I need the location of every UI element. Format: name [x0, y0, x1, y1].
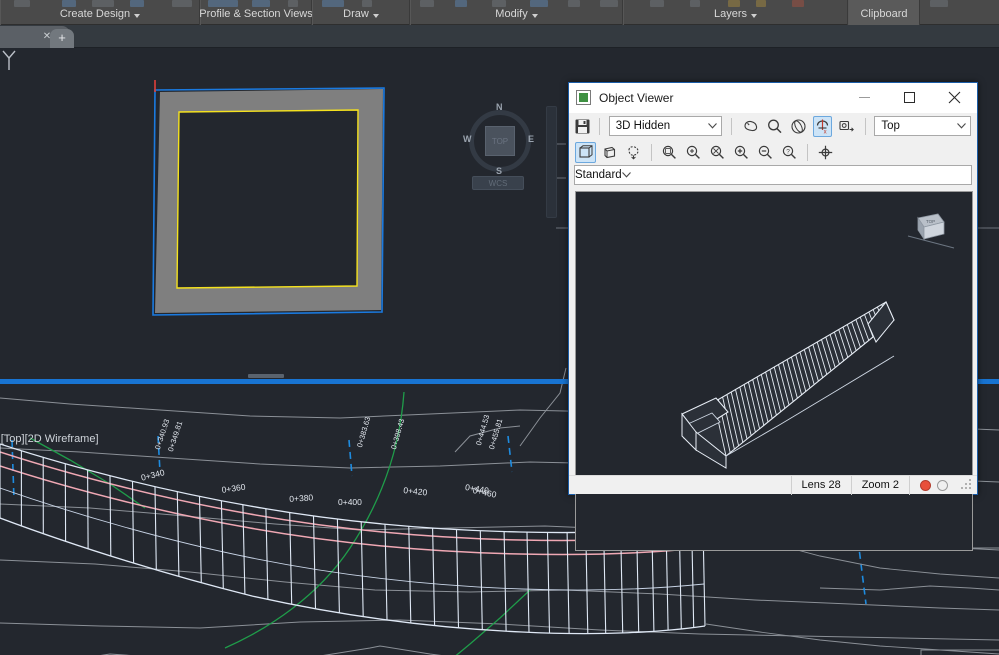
ucs-selector-label: WCS: [488, 178, 508, 188]
close-icon: [948, 91, 961, 104]
led-indicators[interactable]: [909, 475, 958, 495]
view-cube-face[interactable]: TOP: [485, 126, 515, 156]
zoom-realtime-icon[interactable]: ?: [779, 142, 800, 163]
compass-east-label[interactable]: E: [528, 134, 534, 144]
save-button[interactable]: [575, 116, 590, 137]
view-cube-icon[interactable]: TOP: [904, 208, 958, 256]
navigation-bar[interactable]: [546, 106, 557, 218]
visual-style-preset-combo[interactable]: Standard: [574, 165, 972, 185]
viewport-grip[interactable]: [248, 374, 284, 378]
chevron-down-icon[interactable]: [531, 13, 538, 18]
object-viewer-icon: [576, 90, 591, 105]
plus-icon: +: [58, 30, 66, 45]
orbit-constrained-icon[interactable]: [789, 116, 808, 137]
object-viewer-title-bar[interactable]: Object Viewer: [569, 83, 977, 113]
toolbar-separator: [730, 117, 732, 135]
zoom-previous-icon[interactable]: [683, 142, 704, 163]
ribbon-panel-label: Profile & Section Views: [199, 8, 313, 20]
ribbon-panel-layers[interactable]: Layers: [623, 0, 848, 25]
swivel-icon[interactable]: [623, 142, 644, 163]
chevron-down-icon[interactable]: [372, 13, 379, 18]
compass-west-label[interactable]: W: [463, 134, 472, 144]
ribbon-panel-label: Modify: [495, 9, 538, 25]
chevron-down-icon[interactable]: [134, 13, 141, 18]
compass-south-label[interactable]: S: [496, 166, 502, 176]
svg-text:?: ?: [786, 148, 790, 155]
zoom-out-icon[interactable]: [755, 142, 776, 163]
view-cube[interactable]: TOP N S E W: [463, 102, 535, 176]
ribbon-panel-draw[interactable]: Draw: [312, 0, 410, 25]
view-cube-face-label: TOP: [491, 137, 509, 146]
close-button[interactable]: [932, 83, 977, 112]
ucs-selector-button[interactable]: WCS: [472, 176, 524, 190]
object-viewer-toolbar-secondary: ?: [569, 139, 977, 165]
view-preset-value: Top: [881, 120, 900, 132]
ribbon-panel-clipboard[interactable]: Clipboard: [848, 0, 920, 25]
toolbar-separator: [599, 117, 600, 135]
zoom-window-icon[interactable]: [659, 142, 680, 163]
ribbon-panel-label: Create Design: [60, 9, 141, 25]
pan-icon[interactable]: [741, 116, 760, 137]
ribbon-panel-label: Draw: [343, 9, 379, 25]
object-viewer-viewport[interactable]: TOP: [575, 191, 973, 551]
visual-style-value: 3D Hidden: [615, 120, 671, 132]
application-window: Create Design Profile & Section Views Draw…: [0, 0, 999, 655]
minimize-icon: [859, 97, 870, 98]
ribbon-panel-label: Layers: [714, 9, 758, 25]
zoom-extents-icon[interactable]: [707, 142, 728, 163]
ribbon-panel-profile-section-views[interactable]: Profile & Section Views: [199, 0, 313, 25]
svg-text:TOP: TOP: [926, 219, 935, 224]
parallel-projection-icon[interactable]: [575, 141, 596, 163]
visual-style-combo[interactable]: 3D Hidden: [608, 116, 722, 136]
view-preset-combo[interactable]: Top: [874, 116, 971, 136]
new-tab-button[interactable]: +: [50, 29, 74, 48]
toolbar-separator: [807, 143, 808, 161]
viewport-label: -][Top][2D Wireframe]: [0, 433, 99, 445]
ribbon-bar: Create Design Profile & Section Views Draw…: [0, 0, 999, 25]
orbit-free-icon[interactable]: x: [812, 115, 832, 137]
zoom-icon[interactable]: [765, 116, 784, 137]
object-viewer-dialog[interactable]: Object Viewer 3D Hidden x Top ? Standard…: [568, 82, 978, 551]
led-off-indicator[interactable]: [937, 479, 948, 491]
ribbon-panel-label: Clipboard: [860, 8, 908, 20]
zoom-status: Zoom 2: [850, 475, 909, 495]
toolbar-separator: [864, 117, 866, 135]
led-on-indicator[interactable]: [920, 479, 931, 491]
zoom-in-icon[interactable]: [731, 142, 752, 163]
ribbon-panel-modify[interactable]: Modify: [410, 0, 623, 25]
object-viewer-title: Object Viewer: [599, 90, 674, 105]
svg-text:x: x: [823, 129, 826, 134]
lens-status: Lens 28: [790, 475, 851, 495]
perspective-projection-icon[interactable]: [599, 142, 620, 163]
object-viewer-status-bar: Lens 28 Zoom 2: [569, 475, 977, 495]
resize-grip[interactable]: [958, 476, 977, 495]
ribbon-panel-create-design[interactable]: Create Design: [0, 0, 200, 25]
chevron-down-icon[interactable]: [621, 169, 631, 181]
chevron-down-icon[interactable]: [704, 123, 721, 129]
save-icon: [575, 119, 590, 133]
compass-north-label[interactable]: N: [496, 102, 503, 112]
visual-style-preset-value: Standard: [575, 169, 622, 181]
ucs-icon: [2, 50, 16, 70]
chevron-down-icon[interactable]: [751, 13, 758, 18]
target-icon[interactable]: [815, 142, 836, 163]
orbit-continuous-icon[interactable]: [837, 116, 856, 137]
chevron-down-icon[interactable]: [953, 123, 970, 129]
maximize-button[interactable]: [887, 83, 932, 112]
maximize-icon: [904, 92, 915, 103]
minimize-button[interactable]: [842, 83, 887, 112]
toolbar-separator: [651, 143, 652, 161]
document-tab-bar: ✕ +: [0, 25, 999, 48]
object-viewer-toolbar-primary: 3D Hidden x Top: [569, 113, 977, 139]
